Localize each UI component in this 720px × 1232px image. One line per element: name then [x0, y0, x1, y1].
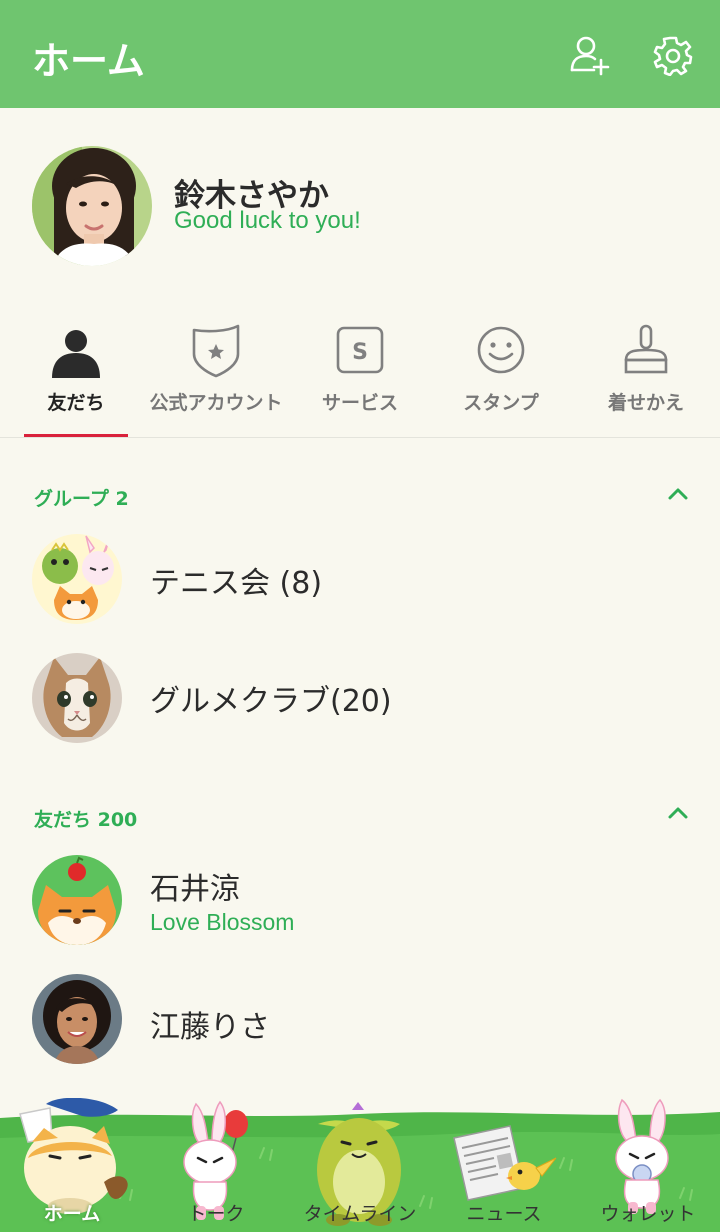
tab-label: サービス: [321, 392, 398, 414]
nav-label: タイムライン: [303, 1203, 417, 1225]
chevron-up-icon[interactable]: [664, 484, 692, 504]
nav-label: ホーム: [43, 1203, 101, 1225]
friends-section-header[interactable]: 友だち 200: [34, 805, 137, 832]
tab-label: スタンプ: [463, 392, 539, 414]
nav-talk[interactable]: トーク: [144, 1098, 288, 1232]
friend-name: 江藤りさ: [150, 1010, 270, 1045]
friend-status-message: Love Blossom: [150, 909, 295, 935]
svg-text:S: S: [352, 340, 368, 365]
friend-name: 石井涼: [150, 872, 240, 907]
shield-star-icon: [192, 324, 240, 378]
tab-services[interactable]: S サービス: [288, 318, 432, 438]
group-name: グルメクラブ(20): [150, 684, 392, 719]
friend-avatar: [32, 974, 122, 1064]
tab-label: 着せかえ: [607, 392, 684, 414]
add-user-icon[interactable]: [568, 34, 610, 76]
tab-friends[interactable]: 友だち: [4, 318, 148, 438]
profile-avatar[interactable]: [32, 146, 152, 266]
gear-icon[interactable]: [652, 34, 694, 76]
nav-timeline[interactable]: タイムライン: [288, 1098, 432, 1232]
app-header: ホーム: [0, 0, 720, 108]
person-icon: [52, 330, 100, 378]
tab-label: 友だち: [47, 392, 105, 414]
smiley-icon: [477, 326, 525, 374]
tab-official-accounts[interactable]: 公式アカウント: [144, 318, 288, 438]
tab-stickers[interactable]: スタンプ: [429, 318, 573, 438]
page-title: ホーム: [32, 39, 145, 83]
group-avatar: [32, 653, 122, 743]
s-box-icon: S: [336, 326, 384, 374]
nav-label: ウォレット: [600, 1203, 696, 1225]
tab-label: 公式アカウント: [149, 392, 283, 414]
profile-status-message: Good luck to you!: [174, 207, 361, 234]
chevron-up-icon[interactable]: [664, 803, 692, 823]
category-tabs: 友だち 公式アカウント S サービス スタンプ 着せかえ: [0, 318, 720, 438]
tab-themes[interactable]: 着せかえ: [574, 318, 718, 438]
group-avatar: [32, 534, 122, 624]
brush-icon: [624, 324, 668, 374]
bottom-navigation-bar: ホーム トーク タイムライン ニュース ウォレット: [0, 1098, 720, 1232]
nav-label: ニュース: [466, 1203, 542, 1225]
active-tab-indicator: [24, 434, 128, 437]
nav-label: トーク: [187, 1203, 245, 1225]
friend-avatar: [32, 855, 122, 945]
nav-news[interactable]: ニュース: [432, 1098, 576, 1232]
groups-section-header[interactable]: グループ 2: [34, 484, 129, 511]
group-name: テニス会 (8): [150, 566, 323, 601]
nav-wallet[interactable]: ウォレット: [576, 1098, 720, 1232]
nav-home[interactable]: ホーム: [0, 1098, 144, 1232]
